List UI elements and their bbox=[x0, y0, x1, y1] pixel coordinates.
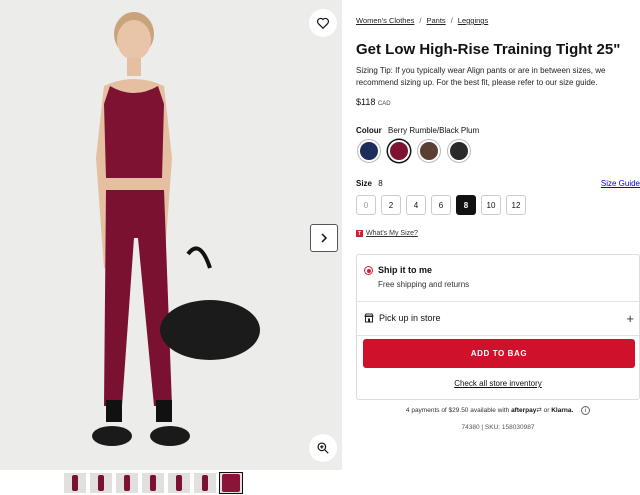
colour-selected-name: Berry Rumble/Black Plum bbox=[388, 126, 480, 135]
info-icon[interactable]: i bbox=[581, 406, 591, 415]
ship-option[interactable]: Ship it to me Free shipping and returns bbox=[364, 265, 469, 289]
expand-plus-icon[interactable]: + bbox=[626, 311, 634, 326]
fulfilment-box: Ship it to me Free shipping and returns … bbox=[356, 254, 640, 400]
zoom-button[interactable] bbox=[309, 434, 337, 462]
size-selected: 8 bbox=[378, 179, 383, 188]
product-title: Get Low High-Rise Training Tight 25" bbox=[356, 41, 621, 58]
ship-subtext: Free shipping and returns bbox=[378, 280, 470, 289]
price-currency: CAD bbox=[377, 101, 391, 107]
product-price: $118 CAD bbox=[356, 97, 391, 107]
thumbnail[interactable] bbox=[168, 473, 190, 493]
size-label: Size bbox=[356, 179, 373, 188]
size-option-0[interactable]: 0 bbox=[356, 195, 376, 215]
size-guide-link[interactable]: Size Guide bbox=[601, 179, 640, 188]
size-option-4[interactable]: 4 bbox=[406, 195, 426, 215]
price-value: $118 bbox=[356, 97, 376, 107]
add-to-bag-button[interactable]: ADD TO BAG bbox=[363, 339, 635, 368]
thumbnail[interactable] bbox=[116, 473, 138, 493]
size-option-12[interactable]: 12 bbox=[506, 195, 526, 215]
breadcrumb-separator: / bbox=[450, 16, 453, 25]
product-image-gallery bbox=[0, 0, 342, 470]
colour-swatch-black[interactable] bbox=[448, 140, 470, 162]
size-tag-icon: T bbox=[356, 230, 363, 237]
divider bbox=[357, 335, 639, 336]
size-option-8[interactable]: 8 bbox=[456, 195, 476, 215]
next-image-button[interactable] bbox=[310, 224, 338, 252]
colour-selector-label: Colour Berry Rumble/Black Plum bbox=[356, 126, 479, 135]
divider bbox=[357, 301, 639, 302]
colour-label: Colour bbox=[356, 126, 382, 135]
thumbnail[interactable] bbox=[142, 473, 164, 493]
product-model-image bbox=[92, 12, 260, 446]
size-selector-label: Size 8 Size Guide bbox=[356, 179, 640, 188]
klarna-logo: Klarna. bbox=[551, 407, 574, 415]
ship-label: Ship it to me bbox=[378, 265, 432, 275]
payment-options: 4 payments of $29.50 available with afte… bbox=[356, 406, 640, 415]
breadcrumb-link[interactable]: Pants bbox=[427, 16, 446, 25]
chevron-right-icon bbox=[321, 233, 328, 243]
whats-my-size: T What's My Size? bbox=[356, 230, 418, 237]
or-text: or bbox=[543, 407, 550, 415]
breadcrumb-link[interactable]: Leggings bbox=[458, 16, 488, 25]
zoom-in-icon bbox=[317, 442, 329, 454]
afterpay-text: 4 payments of $29.50 available with bbox=[405, 407, 510, 415]
store-icon bbox=[364, 313, 374, 323]
thumbnail[interactable] bbox=[90, 473, 112, 493]
product-sku: 74380 | SKU: 158030987 bbox=[461, 424, 535, 431]
colour-swatch-navy[interactable] bbox=[358, 140, 380, 162]
whats-my-size-link[interactable]: What's My Size? bbox=[366, 230, 418, 237]
favorite-button[interactable] bbox=[309, 9, 337, 37]
store-inventory: Check all store inventory bbox=[357, 379, 639, 388]
size-options: 0 2 4 6 8 10 12 bbox=[356, 195, 526, 215]
breadcrumb-separator: / bbox=[419, 16, 422, 25]
colour-swatch-berry[interactable] bbox=[388, 140, 410, 162]
breadcrumb: Women's Clothes / Pants / Leggings bbox=[356, 16, 488, 25]
afterpay-arrow-icon: ⇄ bbox=[536, 407, 542, 415]
colour-swatch-brown[interactable] bbox=[418, 140, 440, 162]
breadcrumb-link[interactable]: Women's Clothes bbox=[356, 16, 414, 25]
afterpay-logo: afterpay bbox=[511, 407, 537, 415]
pickup-label: Pick up in store bbox=[379, 313, 441, 323]
thumbnail-strip bbox=[64, 472, 243, 494]
size-option-10[interactable]: 10 bbox=[481, 195, 501, 215]
pickup-option[interactable]: Pick up in store bbox=[364, 313, 441, 323]
sizing-tip: Sizing Tip: If you typically wear Align … bbox=[356, 66, 606, 87]
size-option-6[interactable]: 6 bbox=[431, 195, 451, 215]
size-option-2[interactable]: 2 bbox=[381, 195, 401, 215]
thumbnail[interactable] bbox=[194, 473, 216, 493]
heart-icon bbox=[317, 17, 329, 30]
colour-swatches bbox=[358, 140, 470, 162]
check-store-inventory-link[interactable]: Check all store inventory bbox=[454, 379, 542, 388]
thumbnail-selected[interactable] bbox=[219, 472, 243, 494]
radio-selected-icon[interactable] bbox=[364, 266, 373, 275]
thumbnail[interactable] bbox=[64, 473, 86, 493]
